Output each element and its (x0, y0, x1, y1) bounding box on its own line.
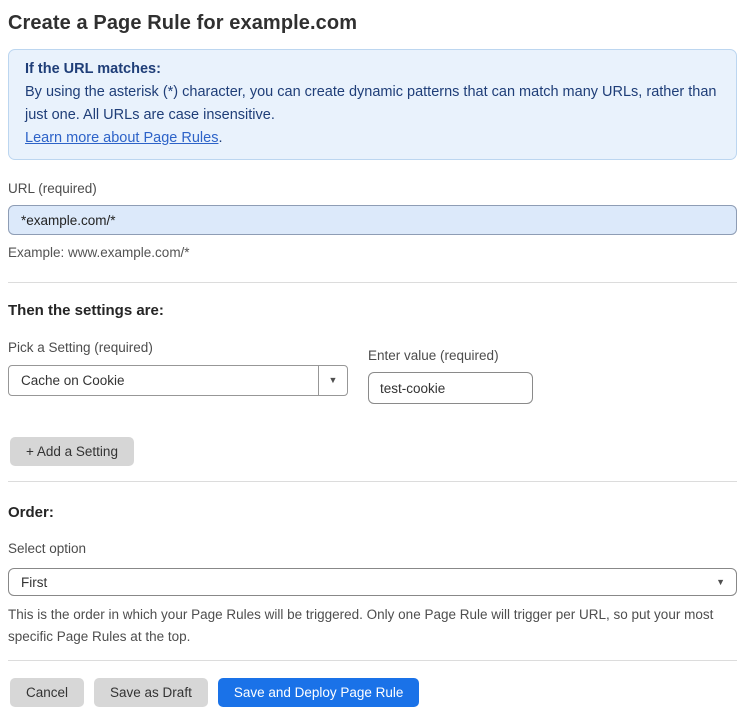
caret-down-icon: ▼ (716, 576, 725, 587)
order-helper-text: This is the order in which your Page Rul… (8, 607, 714, 644)
url-input[interactable] (8, 205, 737, 235)
setting-select[interactable]: Cache on Cookie ▼ (8, 365, 348, 396)
order-select-value: First (21, 574, 48, 590)
info-box-heading: If the URL matches: (25, 61, 161, 77)
divider (8, 282, 737, 283)
setting-value-label: Enter value (required) (368, 348, 499, 363)
setting-select-caret-button[interactable]: ▼ (318, 366, 347, 395)
setting-value-input[interactable] (368, 372, 533, 404)
order-select[interactable]: First ▼ (8, 568, 737, 596)
learn-more-link[interactable]: Learn more about Page Rules (25, 130, 218, 146)
page-title: Create a Page Rule for example.com (8, 12, 358, 34)
setting-picker-label: Pick a Setting (required) (8, 340, 153, 355)
settings-section-heading: Then the settings are: (8, 302, 164, 319)
link-suffix: . (218, 130, 223, 146)
setting-select-value: Cache on Cookie (21, 373, 125, 388)
url-field-label: URL (required) (8, 181, 97, 196)
add-setting-button[interactable]: + Add a Setting (10, 437, 134, 466)
info-box-body: By using the asterisk (*) character, you… (25, 84, 717, 123)
divider (8, 660, 737, 661)
setting-picker-column: Pick a Setting (required) Cache on Cooki… (8, 340, 348, 396)
order-select-label: Select option (8, 541, 87, 556)
setting-value-column: Enter value (required) (368, 340, 533, 404)
url-example-helper: Example: www.example.com/* (8, 245, 190, 260)
order-section-heading: Order: (8, 504, 54, 521)
url-match-info-box: If the URL matches: By using the asteris… (8, 49, 737, 160)
caret-down-icon: ▼ (328, 375, 338, 385)
page-rule-form: Create a Page Rule for example.com If th… (0, 0, 750, 707)
divider (8, 481, 737, 482)
info-box-link-line: Learn more about Page Rules. (25, 127, 720, 150)
settings-row: Pick a Setting (required) Cache on Cooki… (8, 340, 737, 404)
